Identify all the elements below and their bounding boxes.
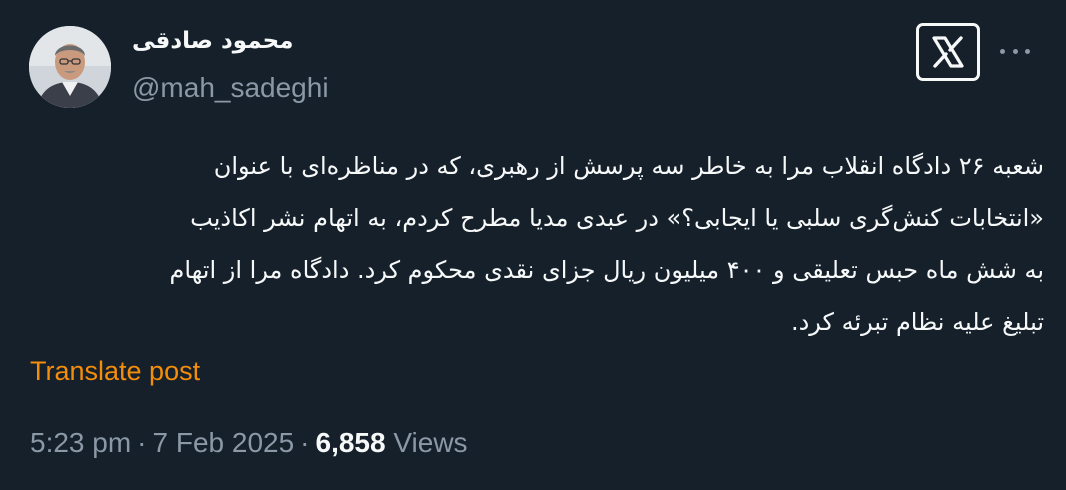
- author-display-name[interactable]: محمود صادقی: [132, 28, 293, 54]
- post-text-line: به شش ماه حبس تعلیقی و ۴۰۰ میلیون ریال ج…: [169, 256, 1044, 284]
- meta-separator: ·: [300, 427, 310, 458]
- views-count[interactable]: 6,858: [316, 427, 386, 458]
- post-text-line: تبلیغ علیه نظام تبرئه کرد.: [790, 308, 1044, 336]
- post-text-line: «انتخابات کنش‌گری سلبی یا ایجابی؟» در عب…: [190, 204, 1044, 232]
- avatar[interactable]: [29, 26, 111, 108]
- views-label: Views: [393, 427, 468, 458]
- x-logo-icon[interactable]: [916, 23, 980, 81]
- author-handle[interactable]: @mah_sadeghi: [132, 72, 329, 104]
- post-card: محمود صادقی @mah_sadeghi شعبه ۲۶ دادگاه …: [0, 0, 1066, 490]
- post-text: شعبه ۲۶ دادگاه انقلاب مرا به خاطر سه پرس…: [28, 140, 1044, 348]
- post-date[interactable]: 7 Feb 2025: [153, 427, 295, 458]
- post-text-line: شعبه ۲۶ دادگاه انقلاب مرا به خاطر سه پرس…: [213, 152, 1044, 180]
- more-options-icon[interactable]: [1000, 44, 1030, 58]
- post-time[interactable]: 5:23 pm: [30, 427, 131, 458]
- avatar-image: [29, 26, 111, 108]
- meta-separator: ·: [137, 427, 147, 458]
- post-metadata: 5:23 pm · 7 Feb 2025 · 6,858 Views: [30, 427, 468, 459]
- translate-post-link[interactable]: Translate post: [30, 356, 200, 387]
